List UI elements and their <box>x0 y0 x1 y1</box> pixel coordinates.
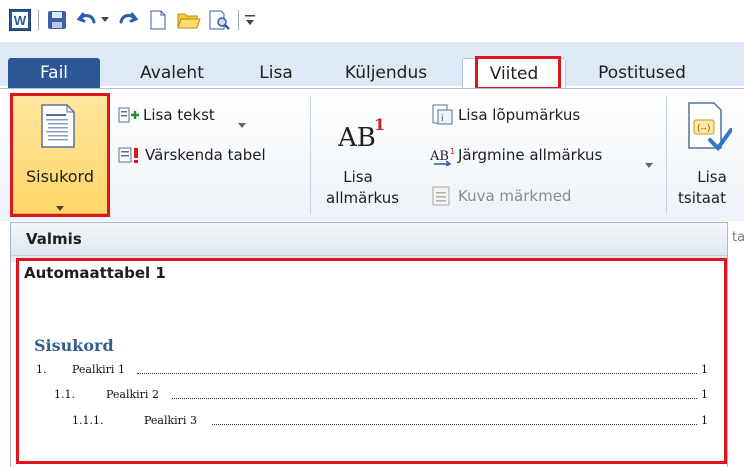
svg-text:i: i <box>441 114 444 124</box>
insert-citation-label-line1[interactable]: Lisa <box>690 168 734 186</box>
add-text-icon <box>118 106 140 128</box>
svg-text:(--): (--) <box>697 124 711 134</box>
save-icon[interactable] <box>45 9 69 31</box>
ribbon-group-separator <box>666 96 667 214</box>
toc-entry-text: Pealkiri 3 <box>144 414 197 427</box>
new-document-icon[interactable] <box>147 9 169 31</box>
next-footnote-button[interactable]: Järgmine allmärkus <box>458 146 602 164</box>
undo-dropdown-chevron-icon[interactable] <box>99 9 111 31</box>
svg-text:W: W <box>14 13 27 28</box>
quick-access-toolbar: W <box>0 0 744 42</box>
toc-entry-page: 1 <box>701 363 708 376</box>
toc-entry-number: 1. <box>36 363 47 376</box>
tab-layout[interactable]: Küljendus <box>328 58 444 88</box>
insert-citation-label-line2[interactable]: tsitaat <box>678 189 740 207</box>
toc-entry-text: Pealkiri 2 <box>106 388 159 401</box>
highlight-box-toc-button <box>10 93 110 217</box>
tab-insert[interactable]: Lisa <box>246 58 306 88</box>
toc-entry-number: 1.1.1. <box>72 414 104 427</box>
print-preview-icon[interactable] <box>208 9 232 31</box>
svg-text:1: 1 <box>450 147 455 156</box>
insert-endnote-icon: i <box>432 104 456 130</box>
toolbar-separator <box>36 9 40 31</box>
open-folder-icon[interactable] <box>176 9 202 31</box>
toc-entry-number: 1.1. <box>54 388 75 401</box>
toc-leader-dots <box>172 398 697 399</box>
gallery-section-title: Valmis <box>26 230 82 248</box>
insert-footnote-label-line2[interactable]: allmärkus <box>326 189 399 207</box>
citations-group-label-partial: ta <box>732 230 744 245</box>
gallery-item-automatic-table-1[interactable] <box>16 258 727 464</box>
insert-citation-icon: (--) <box>688 102 733 158</box>
toolbar-separator <box>236 9 240 31</box>
add-text-button[interactable]: Lisa tekst <box>143 106 215 124</box>
insert-footnote-label-line1[interactable]: Lisa <box>328 168 388 186</box>
show-notes-button: Kuva märkmed <box>458 187 572 205</box>
tab-file[interactable]: Fail <box>8 58 100 88</box>
ribbon-group-separator <box>310 96 311 214</box>
add-text-chevron-down-icon <box>238 113 246 132</box>
show-notes-icon <box>432 186 450 210</box>
update-table-button[interactable]: Värskenda tabel <box>145 146 266 164</box>
toc-entry-page: 1 <box>701 414 708 427</box>
highlight-box-references-tab <box>475 56 561 90</box>
update-table-icon <box>118 146 142 168</box>
svg-text:1: 1 <box>374 115 384 134</box>
svg-text:AB: AB <box>338 123 376 152</box>
next-footnote-icon: AB 1 <box>429 146 456 170</box>
insert-endnote-button[interactable]: Lisa lõpumärkus <box>458 106 580 124</box>
toc-preview-heading: Sisukord <box>34 336 114 355</box>
toc-entry-page: 1 <box>701 388 708 401</box>
word-logo-icon[interactable]: W <box>8 9 32 31</box>
toc-leader-dots <box>212 424 697 425</box>
gallery-section-header <box>11 223 727 256</box>
undo-icon[interactable] <box>76 9 98 31</box>
insert-footnote-icon: AB 1 <box>337 112 385 156</box>
customize-toolbar-icon[interactable] <box>243 9 257 31</box>
tab-home[interactable]: Avaleht <box>124 58 220 88</box>
redo-icon[interactable] <box>117 9 139 31</box>
gallery-item-title: Automaattabel 1 <box>24 264 166 282</box>
toc-leader-dots <box>137 373 697 374</box>
tab-mailings[interactable]: Postitused <box>580 58 704 88</box>
next-footnote-chevron-down-icon <box>645 153 653 172</box>
toc-entry-text: Pealkiri 1 <box>72 363 125 376</box>
